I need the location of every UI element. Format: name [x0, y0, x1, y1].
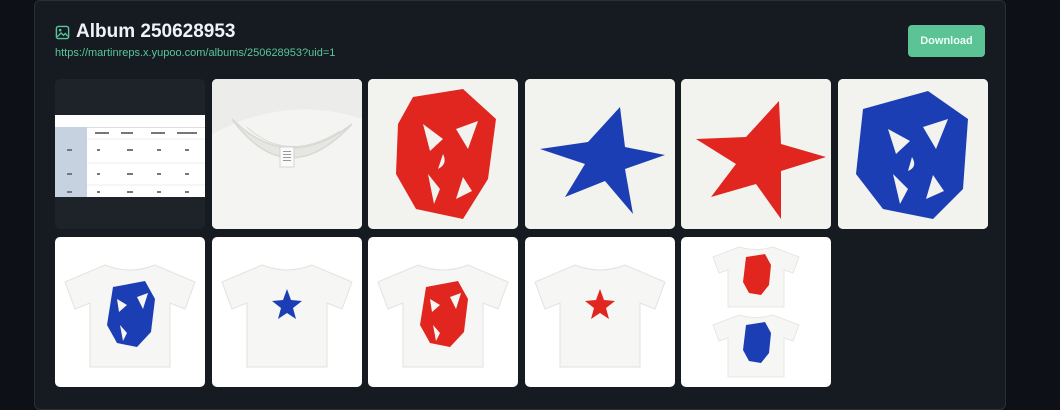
download-button[interactable]: Download — [908, 25, 985, 57]
red-star-print-image — [681, 79, 831, 229]
photo-thumbnail-two-tees[interactable] — [681, 237, 831, 387]
title-row: Album 250628953 — [55, 21, 985, 43]
size-chart-image — [55, 115, 205, 197]
red-mask-print-image — [368, 79, 518, 229]
photo-thumbnail-white-tee-red-mask[interactable] — [368, 237, 518, 387]
size-chart-rows — [67, 132, 205, 193]
photo-thumbnail-blue-star-print[interactable] — [524, 79, 675, 229]
photo-thumbnail-red-star-print[interactable] — [681, 79, 831, 229]
blue-mask-print-image — [837, 79, 988, 229]
photo-thumbnail-red-mask-print[interactable] — [368, 79, 518, 229]
album-title: Album 250628953 — [76, 21, 236, 42]
blue-star-print-image — [524, 79, 675, 229]
image-icon — [55, 25, 70, 40]
photo-thumbnail-white-tee-blue-mask[interactable] — [55, 237, 205, 387]
white-tee-blue-mask-image — [64, 264, 196, 368]
photo-grid — [55, 79, 988, 387]
two-tees-image — [712, 246, 800, 378]
photo-thumbnail-collar-closeup[interactable] — [211, 79, 362, 229]
white-tee-red-star-image — [533, 264, 666, 368]
photo-thumbnail-size-chart[interactable] — [55, 79, 205, 229]
white-tee-blue-star-image — [220, 264, 353, 368]
white-tee-red-mask-image — [377, 264, 509, 368]
album-card: Album 250628953 https://martinreps.x.yup… — [34, 0, 1006, 410]
album-header: Album 250628953 https://martinreps.x.yup… — [55, 21, 985, 61]
photo-thumbnail-white-tee-blue-star[interactable] — [211, 237, 362, 387]
photo-thumbnail-white-tee-red-star[interactable] — [524, 237, 675, 387]
album-url-link[interactable]: https://martinreps.x.yupoo.com/albums/25… — [55, 47, 985, 59]
collar-closeup-image — [211, 79, 362, 229]
photo-thumbnail-blue-mask-print[interactable] — [837, 79, 988, 229]
